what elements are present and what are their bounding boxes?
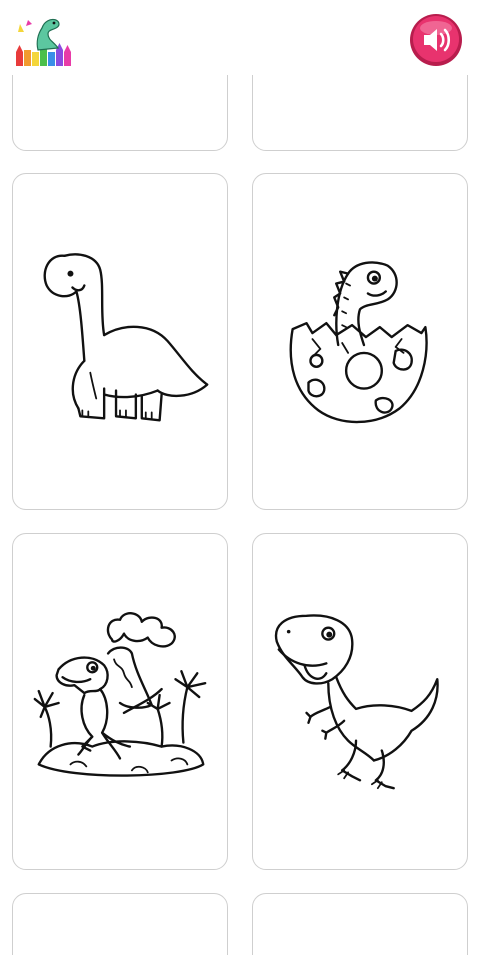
- t-rex-dinosaur-drawing: [274, 614, 439, 790]
- drawing-card-volcano-dino[interactable]: [12, 533, 228, 870]
- drawing-card-trex[interactable]: [252, 533, 468, 870]
- app-logo-icon: [14, 12, 74, 68]
- dinosaur-with-volcano-drawing: [33, 612, 207, 777]
- coloring-book-screen: [0, 0, 480, 955]
- baby-dinosaur-hatching-egg-drawing: [289, 261, 428, 424]
- drawing-grid: [0, 0, 480, 955]
- drawing-card-brachiosaurus[interactable]: [12, 173, 228, 510]
- sound-toggle-button[interactable]: [408, 12, 464, 68]
- speaker-sound-icon: [410, 14, 462, 66]
- long-neck-dinosaur-drawing: [43, 253, 209, 422]
- drawing-card-hatching-dino[interactable]: [252, 173, 468, 510]
- drawing-card-8[interactable]: [252, 893, 468, 955]
- top-bar: [0, 0, 480, 75]
- drawing-card-7[interactable]: [12, 893, 228, 955]
